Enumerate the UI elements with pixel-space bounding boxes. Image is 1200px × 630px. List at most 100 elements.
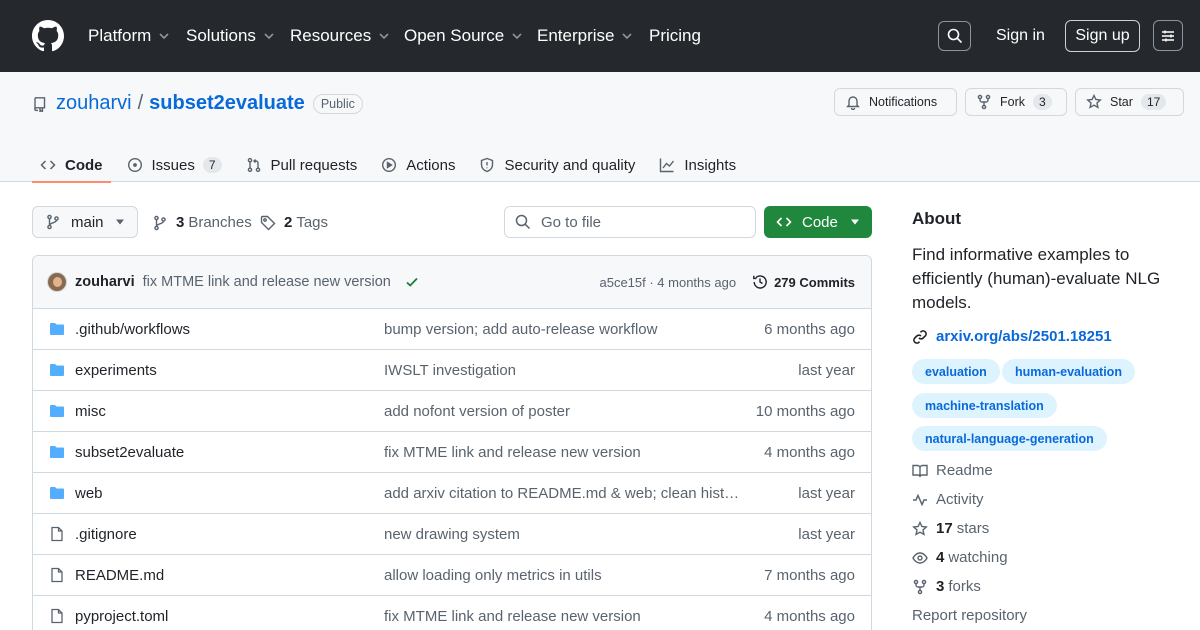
tags-label: Tags: [296, 214, 329, 231]
tab-code[interactable]: Code: [32, 148, 111, 183]
top-nav: Platform Solutions Resources Open Source…: [0, 0, 1200, 72]
file-name-link[interactable]: web: [75, 485, 103, 502]
avatar[interactable]: [47, 272, 67, 292]
file-name-link[interactable]: pyproject.toml: [75, 608, 168, 625]
repo-title: zouharvi / subset2evaluate Public: [32, 92, 363, 115]
nav-enterprise[interactable]: Enterprise: [537, 25, 633, 47]
commit-sha-time[interactable]: a5ce15f · 4 months ago: [599, 275, 736, 290]
file-name-link[interactable]: subset2evaluate: [75, 444, 184, 461]
forks-count: 3: [936, 578, 945, 595]
file-name-link[interactable]: misc: [75, 403, 106, 420]
file-row[interactable]: README.md allow loading only metrics in u…: [33, 555, 871, 596]
file-commit-date: last year: [798, 525, 855, 543]
about-heading: About: [912, 209, 962, 228]
file-icon-wrap: [49, 526, 67, 542]
nav-label: Open Source: [404, 26, 505, 45]
fork-label: Fork: [1000, 95, 1025, 109]
file-commit-message[interactable]: allow loading only metrics in utils: [384, 567, 744, 584]
repo-tabs: Code Issues 7 Pull requests Actions Secu…: [32, 148, 752, 183]
nav-resources[interactable]: Resources: [290, 25, 389, 47]
code-icon: [776, 217, 792, 227]
star-button[interactable]: Star 17: [1075, 88, 1184, 116]
file-commit-message[interactable]: add arxiv citation to README.md & web; c…: [384, 485, 744, 502]
forks-link[interactable]: 3 forks: [912, 578, 981, 595]
topic-tag[interactable]: machine-translation: [912, 393, 1057, 418]
branch-selector[interactable]: main: [32, 206, 138, 238]
readme-link[interactable]: Readme: [912, 462, 993, 479]
file-row[interactable]: pyproject.toml fix MTME link and release …: [33, 596, 871, 630]
go-to-file-placeholder: Go to file: [541, 213, 602, 231]
forks-label: forks: [948, 578, 981, 595]
file-name-link[interactable]: .github/workflows: [75, 321, 190, 338]
branches-link[interactable]: 3 Branches: [152, 214, 252, 231]
file-table: zouharvi fix MTME link and release new v…: [32, 255, 872, 630]
nav-label: Pricing: [649, 26, 701, 45]
tags-link[interactable]: 2 Tags: [260, 214, 328, 231]
file-name-link[interactable]: README.md: [75, 567, 164, 584]
notifications-button[interactable]: Notifications: [834, 88, 957, 116]
watching-link[interactable]: 4 watching: [912, 549, 1008, 566]
file-row[interactable]: .gitignore new drawing system last year: [33, 514, 871, 555]
file-commit-message[interactable]: fix MTME link and release new version: [384, 608, 744, 625]
repo-name-link[interactable]: subset2evaluate: [149, 92, 305, 115]
commits-link[interactable]: 279 Commits: [752, 274, 855, 290]
commits-label: 279 Commits: [774, 274, 855, 290]
file-name-link[interactable]: experiments: [75, 362, 157, 379]
sign-in-link[interactable]: Sign in: [996, 27, 1045, 45]
fork-count: 3: [1033, 94, 1052, 110]
folder-icon-wrap: [49, 485, 67, 501]
fork-button[interactable]: Fork 3: [965, 88, 1067, 116]
topic-tag[interactable]: natural-language-generation: [912, 426, 1107, 451]
search-button[interactable]: [938, 21, 971, 51]
folder-icon: [50, 364, 64, 376]
file-commit-message[interactable]: add nofont version of poster: [384, 403, 744, 420]
homepage-url: arxiv.org/abs/2501.18251: [936, 328, 1112, 345]
homepage-link[interactable]: arxiv.org/abs/2501.18251: [912, 328, 1112, 345]
code-dropdown-button[interactable]: Code: [764, 206, 872, 238]
file-list: .github/workflows bump version; add auto-…: [33, 309, 871, 630]
file-commit-date: 6 months ago: [764, 320, 855, 338]
sign-up-button[interactable]: Sign up: [1065, 20, 1140, 52]
folder-icon: [50, 446, 64, 458]
commit-author[interactable]: zouharvi: [75, 274, 135, 290]
tab-security[interactable]: Security and quality: [471, 148, 643, 182]
file-row[interactable]: web add arxiv citation to README.md & web…: [33, 473, 871, 514]
shield-icon: [481, 157, 494, 173]
topic-tag[interactable]: human-evaluation: [1002, 359, 1135, 384]
tab-pull-requests[interactable]: Pull requests: [238, 148, 366, 182]
stars-link[interactable]: 17 stars: [912, 520, 989, 537]
tab-label: Issues: [151, 156, 195, 174]
file-row[interactable]: experiments IWSLT investigation last year: [33, 350, 871, 391]
folder-icon: [50, 487, 64, 499]
chevron-down-icon: [622, 33, 633, 39]
activity-link[interactable]: Activity: [912, 491, 984, 508]
check-icon[interactable]: [405, 275, 419, 289]
nav-platform[interactable]: Platform: [88, 25, 169, 47]
tab-issues[interactable]: Issues 7: [119, 148, 230, 182]
file-commit-date: last year: [798, 361, 855, 379]
menu-button[interactable]: [1153, 20, 1183, 51]
file-row[interactable]: misc add nofont version of poster 10 month…: [33, 391, 871, 432]
file-commit-message[interactable]: new drawing system: [384, 526, 744, 543]
nav-open-source[interactable]: Open Source: [404, 25, 522, 47]
file-icon-wrap: [49, 608, 67, 624]
go-to-file-input[interactable]: Go to file: [504, 206, 756, 238]
commit-message[interactable]: fix MTME link and release new version: [143, 274, 391, 290]
file-row[interactable]: .github/workflows bump version; add auto-…: [33, 309, 871, 350]
tab-insights[interactable]: Insights: [651, 148, 744, 182]
file-commit-date: last year: [798, 484, 855, 502]
report-repository-link[interactable]: Report repository: [912, 607, 1027, 624]
file-commit-message[interactable]: fix MTME link and release new version: [384, 444, 744, 461]
topic-tag[interactable]: evaluation: [912, 359, 1000, 384]
chevron-down-icon: [264, 33, 274, 39]
repo-owner-link[interactable]: zouharvi: [56, 92, 132, 115]
file-row[interactable]: subset2evaluate fix MTME link and release…: [33, 432, 871, 473]
github-logo-icon[interactable]: [32, 20, 64, 52]
file-commit-message[interactable]: bump version; add auto-release workflow: [384, 321, 744, 338]
file-commit-message[interactable]: IWSLT investigation: [384, 362, 744, 379]
file-name-link[interactable]: .gitignore: [75, 526, 137, 543]
nav-pricing[interactable]: Pricing: [649, 25, 701, 47]
nav-label: Resources: [290, 26, 372, 45]
tab-actions[interactable]: Actions: [373, 148, 463, 182]
nav-solutions[interactable]: Solutions: [186, 25, 274, 47]
